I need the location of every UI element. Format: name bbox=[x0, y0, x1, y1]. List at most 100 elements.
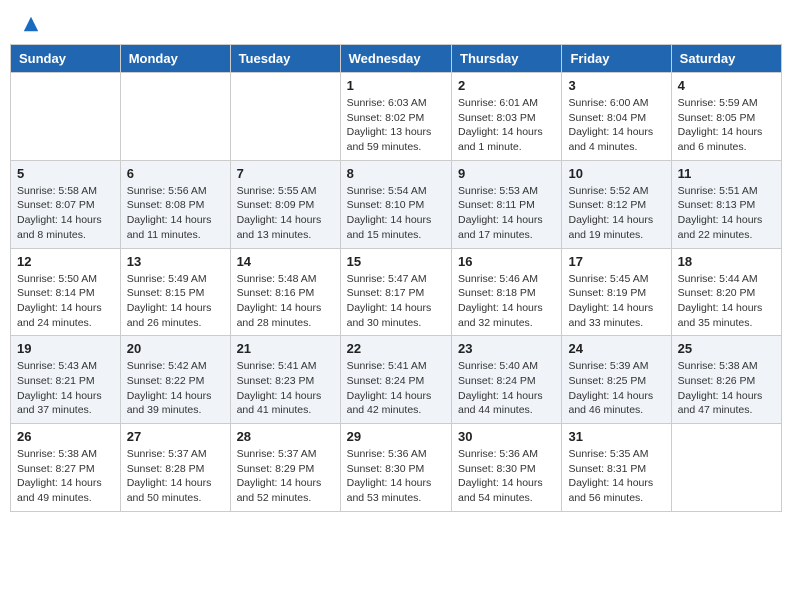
calendar-cell: 19 Sunrise: 5:43 AM Sunset: 8:21 PM Dayli… bbox=[11, 336, 121, 424]
day-info: Sunrise: 5:52 AM Sunset: 8:12 PM Dayligh… bbox=[568, 184, 664, 243]
calendar-cell: 30Sunrise: 5:36 AM Sunset: 8:30 PM Dayli… bbox=[452, 424, 562, 512]
calendar-cell: 15 Sunrise: 5:47 AM Sunset: 8:17 PM Dayli… bbox=[340, 248, 451, 336]
day-number: 25 bbox=[678, 341, 775, 356]
day-number: 2 bbox=[458, 78, 555, 93]
page-header bbox=[10, 10, 782, 34]
calendar-cell: 26 Sunrise: 5:38 AM Sunset: 8:27 PM Dayli… bbox=[11, 424, 121, 512]
day-info: Sunrise: 5:47 AM Sunset: 8:17 PM Dayligh… bbox=[347, 272, 445, 331]
calendar-day-header: Monday bbox=[120, 45, 230, 73]
calendar-week-row: 19 Sunrise: 5:43 AM Sunset: 8:21 PM Dayli… bbox=[11, 336, 782, 424]
calendar-cell: 25 Sunrise: 5:38 AM Sunset: 8:26 PM Dayli… bbox=[671, 336, 781, 424]
calendar-cell: 31Sunrise: 5:35 AM Sunset: 8:31 PM Dayli… bbox=[562, 424, 671, 512]
day-info: Sunrise: 5:53 AM Sunset: 8:11 PM Dayligh… bbox=[458, 184, 555, 243]
calendar-cell: 2 Sunrise: 6:01 AM Sunset: 8:03 PM Daylig… bbox=[452, 73, 562, 161]
calendar-cell: 13 Sunrise: 5:49 AM Sunset: 8:15 PM Dayli… bbox=[120, 248, 230, 336]
day-info: Sunrise: 5:48 AM Sunset: 8:16 PM Dayligh… bbox=[237, 272, 334, 331]
day-number: 21 bbox=[237, 341, 334, 356]
day-number: 4 bbox=[678, 78, 775, 93]
calendar-table: SundayMondayTuesdayWednesdayThursdayFrid… bbox=[10, 44, 782, 512]
day-number: 29 bbox=[347, 429, 445, 444]
day-info: Sunrise: 5:45 AM Sunset: 8:19 PM Dayligh… bbox=[568, 272, 664, 331]
day-number: 11 bbox=[678, 166, 775, 181]
calendar-cell: 20Sunrise: 5:42 AM Sunset: 8:22 PM Dayli… bbox=[120, 336, 230, 424]
day-info: Sunrise: 6:00 AM Sunset: 8:04 PM Dayligh… bbox=[568, 96, 664, 155]
day-info: Sunrise: 5:58 AM Sunset: 8:07 PM Dayligh… bbox=[17, 184, 114, 243]
day-number: 18 bbox=[678, 254, 775, 269]
calendar-cell: 14 Sunrise: 5:48 AM Sunset: 8:16 PM Dayli… bbox=[230, 248, 340, 336]
calendar-cell: 1 Sunrise: 6:03 AM Sunset: 8:02 PM Daylig… bbox=[340, 73, 451, 161]
day-info: Sunrise: 5:38 AM Sunset: 8:26 PM Dayligh… bbox=[678, 359, 775, 418]
calendar-cell: 27Sunrise: 5:37 AM Sunset: 8:28 PM Dayli… bbox=[120, 424, 230, 512]
calendar-cell: 21 Sunrise: 5:41 AM Sunset: 8:23 PM Dayli… bbox=[230, 336, 340, 424]
day-number: 24 bbox=[568, 341, 664, 356]
day-number: 6 bbox=[127, 166, 224, 181]
day-number: 15 bbox=[347, 254, 445, 269]
calendar-cell bbox=[671, 424, 781, 512]
day-info: Sunrise: 6:01 AM Sunset: 8:03 PM Dayligh… bbox=[458, 96, 555, 155]
day-info: Sunrise: 5:36 AM Sunset: 8:30 PM Dayligh… bbox=[458, 447, 555, 506]
day-info: Sunrise: 5:50 AM Sunset: 8:14 PM Dayligh… bbox=[17, 272, 114, 331]
logo-icon bbox=[22, 15, 40, 33]
calendar-cell: 23Sunrise: 5:40 AM Sunset: 8:24 PM Dayli… bbox=[452, 336, 562, 424]
day-info: Sunrise: 5:59 AM Sunset: 8:05 PM Dayligh… bbox=[678, 96, 775, 155]
calendar-week-row: 1 Sunrise: 6:03 AM Sunset: 8:02 PM Daylig… bbox=[11, 73, 782, 161]
day-info: Sunrise: 5:39 AM Sunset: 8:25 PM Dayligh… bbox=[568, 359, 664, 418]
day-number: 22 bbox=[347, 341, 445, 356]
calendar-week-row: 26 Sunrise: 5:38 AM Sunset: 8:27 PM Dayli… bbox=[11, 424, 782, 512]
day-number: 13 bbox=[127, 254, 224, 269]
day-number: 10 bbox=[568, 166, 664, 181]
day-number: 1 bbox=[347, 78, 445, 93]
calendar-cell: 16 Sunrise: 5:46 AM Sunset: 8:18 PM Dayli… bbox=[452, 248, 562, 336]
calendar-day-header: Tuesday bbox=[230, 45, 340, 73]
day-number: 7 bbox=[237, 166, 334, 181]
day-info: Sunrise: 5:37 AM Sunset: 8:28 PM Dayligh… bbox=[127, 447, 224, 506]
day-info: Sunrise: 5:55 AM Sunset: 8:09 PM Dayligh… bbox=[237, 184, 334, 243]
day-info: Sunrise: 5:46 AM Sunset: 8:18 PM Dayligh… bbox=[458, 272, 555, 331]
calendar-cell: 3 Sunrise: 6:00 AM Sunset: 8:04 PM Daylig… bbox=[562, 73, 671, 161]
calendar-day-header: Wednesday bbox=[340, 45, 451, 73]
day-info: Sunrise: 5:43 AM Sunset: 8:21 PM Dayligh… bbox=[17, 359, 114, 418]
day-info: Sunrise: 5:36 AM Sunset: 8:30 PM Dayligh… bbox=[347, 447, 445, 506]
day-number: 26 bbox=[17, 429, 114, 444]
calendar-cell bbox=[230, 73, 340, 161]
calendar-week-row: 12Sunrise: 5:50 AM Sunset: 8:14 PM Dayli… bbox=[11, 248, 782, 336]
calendar-day-header: Friday bbox=[562, 45, 671, 73]
calendar-day-header: Sunday bbox=[11, 45, 121, 73]
day-number: 28 bbox=[237, 429, 334, 444]
calendar-cell: 10 Sunrise: 5:52 AM Sunset: 8:12 PM Dayli… bbox=[562, 160, 671, 248]
day-number: 3 bbox=[568, 78, 664, 93]
day-info: Sunrise: 5:42 AM Sunset: 8:22 PM Dayligh… bbox=[127, 359, 224, 418]
calendar-cell: 9Sunrise: 5:53 AM Sunset: 8:11 PM Daylig… bbox=[452, 160, 562, 248]
day-number: 17 bbox=[568, 254, 664, 269]
day-info: Sunrise: 5:41 AM Sunset: 8:23 PM Dayligh… bbox=[237, 359, 334, 418]
day-number: 19 bbox=[17, 341, 114, 356]
calendar-cell: 4 Sunrise: 5:59 AM Sunset: 8:05 PM Daylig… bbox=[671, 73, 781, 161]
day-info: Sunrise: 5:56 AM Sunset: 8:08 PM Dayligh… bbox=[127, 184, 224, 243]
day-info: Sunrise: 5:49 AM Sunset: 8:15 PM Dayligh… bbox=[127, 272, 224, 331]
calendar-cell: 29 Sunrise: 5:36 AM Sunset: 8:30 PM Dayli… bbox=[340, 424, 451, 512]
calendar-cell: 11 Sunrise: 5:51 AM Sunset: 8:13 PM Dayli… bbox=[671, 160, 781, 248]
day-info: Sunrise: 5:35 AM Sunset: 8:31 PM Dayligh… bbox=[568, 447, 664, 506]
day-info: Sunrise: 5:41 AM Sunset: 8:24 PM Dayligh… bbox=[347, 359, 445, 418]
day-info: Sunrise: 5:54 AM Sunset: 8:10 PM Dayligh… bbox=[347, 184, 445, 243]
day-info: Sunrise: 5:40 AM Sunset: 8:24 PM Dayligh… bbox=[458, 359, 555, 418]
day-info: Sunrise: 5:38 AM Sunset: 8:27 PM Dayligh… bbox=[17, 447, 114, 506]
calendar-header-row: SundayMondayTuesdayWednesdayThursdayFrid… bbox=[11, 45, 782, 73]
day-number: 16 bbox=[458, 254, 555, 269]
logo bbox=[20, 15, 40, 29]
day-info: Sunrise: 6:03 AM Sunset: 8:02 PM Dayligh… bbox=[347, 96, 445, 155]
calendar-cell bbox=[120, 73, 230, 161]
calendar-day-header: Thursday bbox=[452, 45, 562, 73]
day-number: 14 bbox=[237, 254, 334, 269]
calendar-cell: 24 Sunrise: 5:39 AM Sunset: 8:25 PM Dayli… bbox=[562, 336, 671, 424]
calendar-cell: 7 Sunrise: 5:55 AM Sunset: 8:09 PM Daylig… bbox=[230, 160, 340, 248]
calendar-cell: 22 Sunrise: 5:41 AM Sunset: 8:24 PM Dayli… bbox=[340, 336, 451, 424]
calendar-day-header: Saturday bbox=[671, 45, 781, 73]
day-info: Sunrise: 5:51 AM Sunset: 8:13 PM Dayligh… bbox=[678, 184, 775, 243]
calendar-cell: 28 Sunrise: 5:37 AM Sunset: 8:29 PM Dayli… bbox=[230, 424, 340, 512]
calendar-cell: 17 Sunrise: 5:45 AM Sunset: 8:19 PM Dayli… bbox=[562, 248, 671, 336]
day-info: Sunrise: 5:37 AM Sunset: 8:29 PM Dayligh… bbox=[237, 447, 334, 506]
day-number: 8 bbox=[347, 166, 445, 181]
calendar-cell: 5 Sunrise: 5:58 AM Sunset: 8:07 PM Daylig… bbox=[11, 160, 121, 248]
day-number: 5 bbox=[17, 166, 114, 181]
